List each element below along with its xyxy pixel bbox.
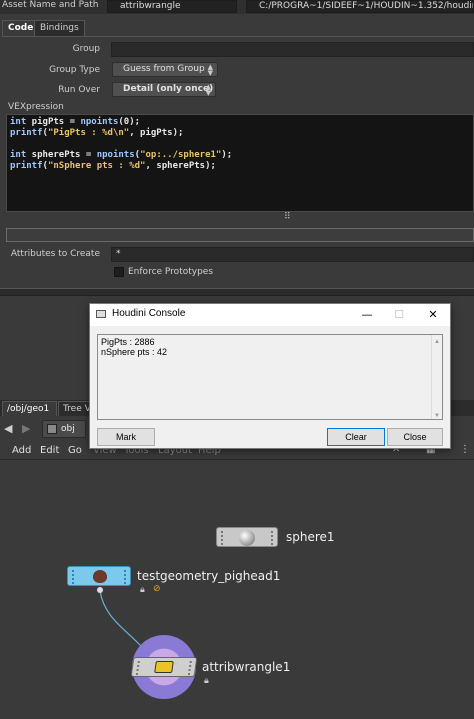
console-output[interactable]: PigPts : 2886 nSphere pts : 42 ▲ ▼ bbox=[97, 334, 443, 420]
enforce-prototypes-checkbox[interactable] bbox=[114, 267, 124, 277]
lock-icon[interactable]: 🔒︎ bbox=[204, 676, 209, 686]
code-string: "op:../sphere1" bbox=[140, 150, 222, 160]
empty-input-bar[interactable] bbox=[6, 228, 474, 242]
obj-icon bbox=[47, 424, 57, 434]
vexpression-label: VEXpression bbox=[8, 102, 64, 112]
path-obj-label: obj bbox=[61, 424, 75, 434]
close-window-button[interactable]: ✕ bbox=[418, 305, 448, 325]
mark-button[interactable]: Mark bbox=[97, 428, 155, 446]
run-over-dropdown[interactable]: Detail (only once) ▲ ▼ bbox=[112, 82, 216, 97]
dropdown-arrows-icon: ▲ ▼ bbox=[205, 83, 211, 97]
parameter-tabs: Code Bindings bbox=[0, 20, 474, 36]
tab-tree-view[interactable]: Tree Vi bbox=[58, 401, 92, 416]
code-text: , spherePts); bbox=[145, 161, 216, 171]
code-function: npoints bbox=[80, 117, 119, 127]
code-text: ); bbox=[221, 150, 233, 160]
group-type-dropdown[interactable]: Guess from Group ▲ ▼ bbox=[112, 62, 218, 77]
enforce-prototypes-label: Enforce Prototypes bbox=[128, 267, 214, 277]
network-canvas[interactable]: sphere1 testgeometry_pighead1 🔒︎ ⊘ attri… bbox=[0, 461, 474, 719]
group-type-label: Group Type bbox=[49, 65, 100, 75]
group-label: Group bbox=[72, 44, 100, 54]
code-text: spherePts = bbox=[26, 150, 97, 160]
sphere-icon bbox=[239, 530, 255, 546]
forward-arrow-icon[interactable]: ▶ bbox=[22, 422, 30, 435]
back-arrow-icon[interactable]: ◀ bbox=[4, 422, 12, 435]
console-title: Houdini Console bbox=[112, 308, 186, 319]
tab-bindings[interactable]: Bindings bbox=[34, 20, 85, 36]
bypass-icon[interactable]: ⊘ bbox=[153, 584, 161, 594]
sphere1-node[interactable] bbox=[216, 527, 278, 547]
maximize-button[interactable]: ☐ bbox=[384, 305, 414, 325]
network-wires bbox=[99, 590, 151, 657]
code-function: npoints bbox=[96, 150, 135, 160]
console-scrollbar[interactable]: ▲ ▼ bbox=[431, 335, 442, 419]
lock-icon[interactable]: 🔒︎ bbox=[140, 585, 145, 595]
menu-edit[interactable]: Edit bbox=[40, 445, 59, 456]
code-function: printf bbox=[10, 128, 43, 138]
console-titlebar[interactable]: Houdini Console — ☐ ✕ bbox=[90, 304, 450, 326]
console-line: nSphere pts : 42 bbox=[101, 347, 168, 357]
wrangle-label: attribwrangle1 bbox=[202, 660, 291, 674]
pighead-label: testgeometry_pighead1 bbox=[137, 569, 281, 583]
wrench-icon bbox=[154, 661, 174, 673]
attributes-field[interactable]: * bbox=[111, 247, 474, 262]
code-keyword: int bbox=[10, 150, 27, 160]
grip-icon[interactable]: ⠿ bbox=[284, 212, 291, 222]
dropdown-arrows-icon: ▲ ▼ bbox=[207, 63, 213, 77]
output-connector[interactable] bbox=[97, 587, 103, 593]
pane-divider[interactable] bbox=[0, 288, 474, 296]
group-field[interactable] bbox=[111, 42, 474, 57]
close-button[interactable]: Close bbox=[387, 428, 443, 446]
menu-add[interactable]: Add bbox=[12, 445, 31, 456]
sphere1-label: sphere1 bbox=[286, 530, 335, 544]
minimize-button[interactable]: — bbox=[352, 305, 382, 325]
clear-button[interactable]: Clear bbox=[327, 428, 385, 446]
pighead-icon bbox=[93, 570, 107, 583]
code-text: , pigPts); bbox=[129, 128, 184, 138]
code-text: (0); bbox=[118, 117, 141, 127]
run-over-value: Detail (only once) bbox=[123, 84, 214, 94]
more-icon[interactable]: ⋮ bbox=[460, 444, 470, 455]
scroll-up-icon[interactable]: ▲ bbox=[434, 337, 440, 347]
code-string: "PigPts : %d\n" bbox=[47, 128, 130, 138]
houdini-console-window: Houdini Console — ☐ ✕ PigPts : 2886 nSphe… bbox=[89, 303, 451, 449]
asset-name-field[interactable]: attribwrangle bbox=[107, 0, 237, 13]
attributes-label: Attributes to Create bbox=[10, 249, 100, 259]
console-app-icon bbox=[96, 310, 106, 318]
asset-path-field[interactable]: C:/PROGRA~1/SIDEEF~1/HOUDIN~1.352/houdin… bbox=[246, 0, 474, 13]
menu-go[interactable]: Go bbox=[68, 445, 82, 456]
scroll-down-icon[interactable]: ▼ bbox=[434, 411, 440, 421]
code-text: pigPts = bbox=[26, 117, 81, 127]
path-obj-button[interactable]: obj bbox=[42, 420, 86, 438]
wrangle-node[interactable] bbox=[130, 657, 198, 677]
asset-row: Asset Name and Path attribwrangle C:/PRO… bbox=[0, 0, 474, 14]
tab-obj-geo1[interactable]: /obj/geo1 bbox=[2, 401, 57, 416]
code-function: printf bbox=[10, 161, 43, 171]
asset-label: Asset Name and Path bbox=[2, 0, 99, 10]
run-over-label: Run Over bbox=[58, 85, 100, 95]
vex-code-editor[interactable]: int pigPts = npoints(0); printf("PigPts … bbox=[6, 114, 474, 212]
code-string: "nSphere pts : %d" bbox=[47, 161, 146, 171]
group-type-value: Guess from Group bbox=[123, 64, 205, 74]
pighead-node[interactable] bbox=[67, 566, 131, 586]
console-line: PigPts : 2886 bbox=[101, 337, 155, 347]
code-keyword: int bbox=[10, 117, 27, 127]
